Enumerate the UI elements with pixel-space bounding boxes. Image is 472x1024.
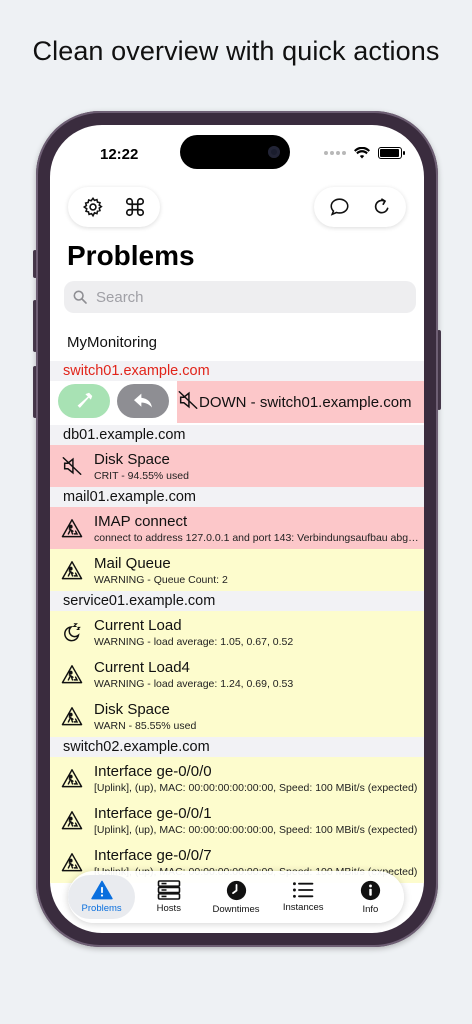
wifi-icon: [354, 147, 370, 159]
list-icon: [293, 882, 314, 898]
acknowledge-button[interactable]: [58, 384, 110, 418]
service-name: Disk Space: [94, 700, 170, 718]
service-name: Interface ge-0/0/0: [94, 762, 212, 780]
problem-row[interactable]: DOWN - switch01.example.com: [177, 381, 424, 423]
service-name: Disk Space: [94, 450, 170, 468]
service-detail: [Uplink], (up), MAC: 00:00:00:00:00:00, …: [94, 781, 418, 794]
problem-row[interactable]: Disk Space CRIT - 94.55% used: [50, 445, 424, 487]
gear-icon: [82, 196, 103, 218]
tab-hosts[interactable]: Hosts: [135, 875, 202, 919]
tab-label: Info: [362, 903, 379, 915]
service-detail: WARNING - load average: 1.24, 0.69, 0.53: [94, 677, 294, 690]
construction-warning-icon: [50, 664, 94, 684]
service-detail: WARNING - load average: 1.05, 0.67, 0.52: [94, 635, 294, 648]
service-detail: CRIT - 94.55% used: [94, 469, 189, 482]
service-name: Interface ge-0/0/1: [94, 804, 212, 822]
service-name: Mail Queue: [94, 554, 171, 572]
comment-button[interactable]: [320, 188, 358, 226]
status-time: 12:22: [100, 146, 139, 163]
service-name: Current Load: [94, 616, 182, 634]
info-icon: [360, 880, 381, 900]
left-toolbar: [68, 187, 160, 227]
search-icon: [73, 290, 87, 304]
problem-title: DOWN - switch01.example.com: [199, 393, 412, 411]
refresh-button[interactable]: [362, 188, 400, 226]
refresh-icon: [374, 197, 388, 214]
host-header[interactable]: mail01.example.com: [50, 487, 424, 507]
tab-bar: Problems Hosts Downtimes Instances Info: [68, 871, 404, 923]
problem-row[interactable]: IMAP connect connect to address 127.0.0.…: [50, 507, 424, 549]
problem-row[interactable]: Mail Queue WARNING - Queue Count: 2: [50, 549, 424, 591]
tab-info[interactable]: Info: [337, 875, 404, 919]
tab-instances[interactable]: Instances: [270, 875, 337, 919]
sleep-moon-icon: [50, 621, 94, 643]
construction-warning-icon: [50, 518, 94, 538]
warning-triangle-icon: [90, 880, 113, 900]
construction-warning-icon: [50, 810, 94, 830]
phone-frame: 12:22 Problems Search MyMonitoring switc…: [36, 111, 438, 947]
host-header[interactable]: switch02.example.com: [50, 737, 424, 757]
command-button[interactable]: [116, 188, 154, 226]
tab-label: Downtimes: [212, 903, 260, 915]
cellular-signal-icon: [324, 151, 346, 155]
hammer-icon: [77, 392, 93, 408]
tab-label: Instances: [282, 902, 324, 913]
search-bar[interactable]: [64, 281, 416, 313]
construction-warning-icon: [50, 852, 94, 872]
service-name: IMAP connect: [94, 512, 188, 530]
problem-row[interactable]: Interface ge-0/0/0 [Uplink], (up), MAC: …: [50, 757, 424, 799]
service-detail: WARNING - Queue Count: 2: [94, 573, 228, 586]
problem-row[interactable]: Disk Space WARN - 85.55% used: [50, 695, 424, 737]
tab-problems[interactable]: Problems: [68, 875, 136, 919]
service-name: Current Load4: [94, 658, 190, 676]
camera-icon: [268, 146, 280, 158]
tab-downtimes[interactable]: Downtimes: [202, 875, 269, 919]
reply-button[interactable]: [117, 384, 169, 418]
page-title: Problems: [67, 240, 195, 271]
settings-button[interactable]: [74, 188, 112, 226]
host-header[interactable]: db01.example.com: [50, 425, 424, 445]
command-icon: [125, 197, 145, 217]
account-name: MyMonitoring: [67, 334, 158, 351]
service-detail: connect to address 127.0.0.1 and port 14…: [94, 531, 424, 544]
right-toolbar: [314, 187, 406, 227]
service-name: Interface ge-0/0/7: [94, 846, 212, 864]
app-screen: 12:22 Problems Search MyMonitoring switc…: [50, 125, 424, 933]
host-header[interactable]: switch01.example.com: [50, 361, 424, 381]
swiped-problem-row[interactable]: DOWN - switch01.example.com: [50, 381, 424, 425]
problem-row[interactable]: Interface ge-0/0/1 [Uplink], (up), MAC: …: [50, 799, 424, 841]
reply-arrow-icon: [134, 393, 152, 408]
clock-icon: [226, 880, 246, 900]
service-detail: [Uplink], (up), MAC: 00:00:00:00:00:00, …: [94, 823, 418, 836]
headline: Clean overview with quick actions: [32, 36, 440, 66]
battery-icon: [378, 147, 405, 159]
search-input[interactable]: [94, 287, 398, 307]
service-detail: WARN - 85.55% used: [94, 719, 197, 732]
problem-row[interactable]: Current Load WARNING - load average: 1.0…: [50, 611, 424, 653]
problem-list: switch01.example.com DOWN - switch01.exa…: [50, 361, 424, 883]
muted-speaker-icon: [177, 389, 199, 416]
construction-warning-icon: [50, 706, 94, 726]
tab-label: Hosts: [156, 903, 181, 914]
muted-speaker-icon: [50, 455, 94, 477]
chat-bubble-icon: [329, 198, 349, 216]
dynamic-island: [180, 135, 290, 169]
host-header[interactable]: service01.example.com: [50, 591, 424, 611]
construction-warning-icon: [50, 768, 94, 788]
status-indicators: [324, 147, 405, 159]
server-icon: [157, 880, 181, 900]
tab-label: Problems: [81, 903, 122, 914]
problem-row[interactable]: Current Load4 WARNING - load average: 1.…: [50, 653, 424, 695]
construction-warning-icon: [50, 560, 94, 580]
